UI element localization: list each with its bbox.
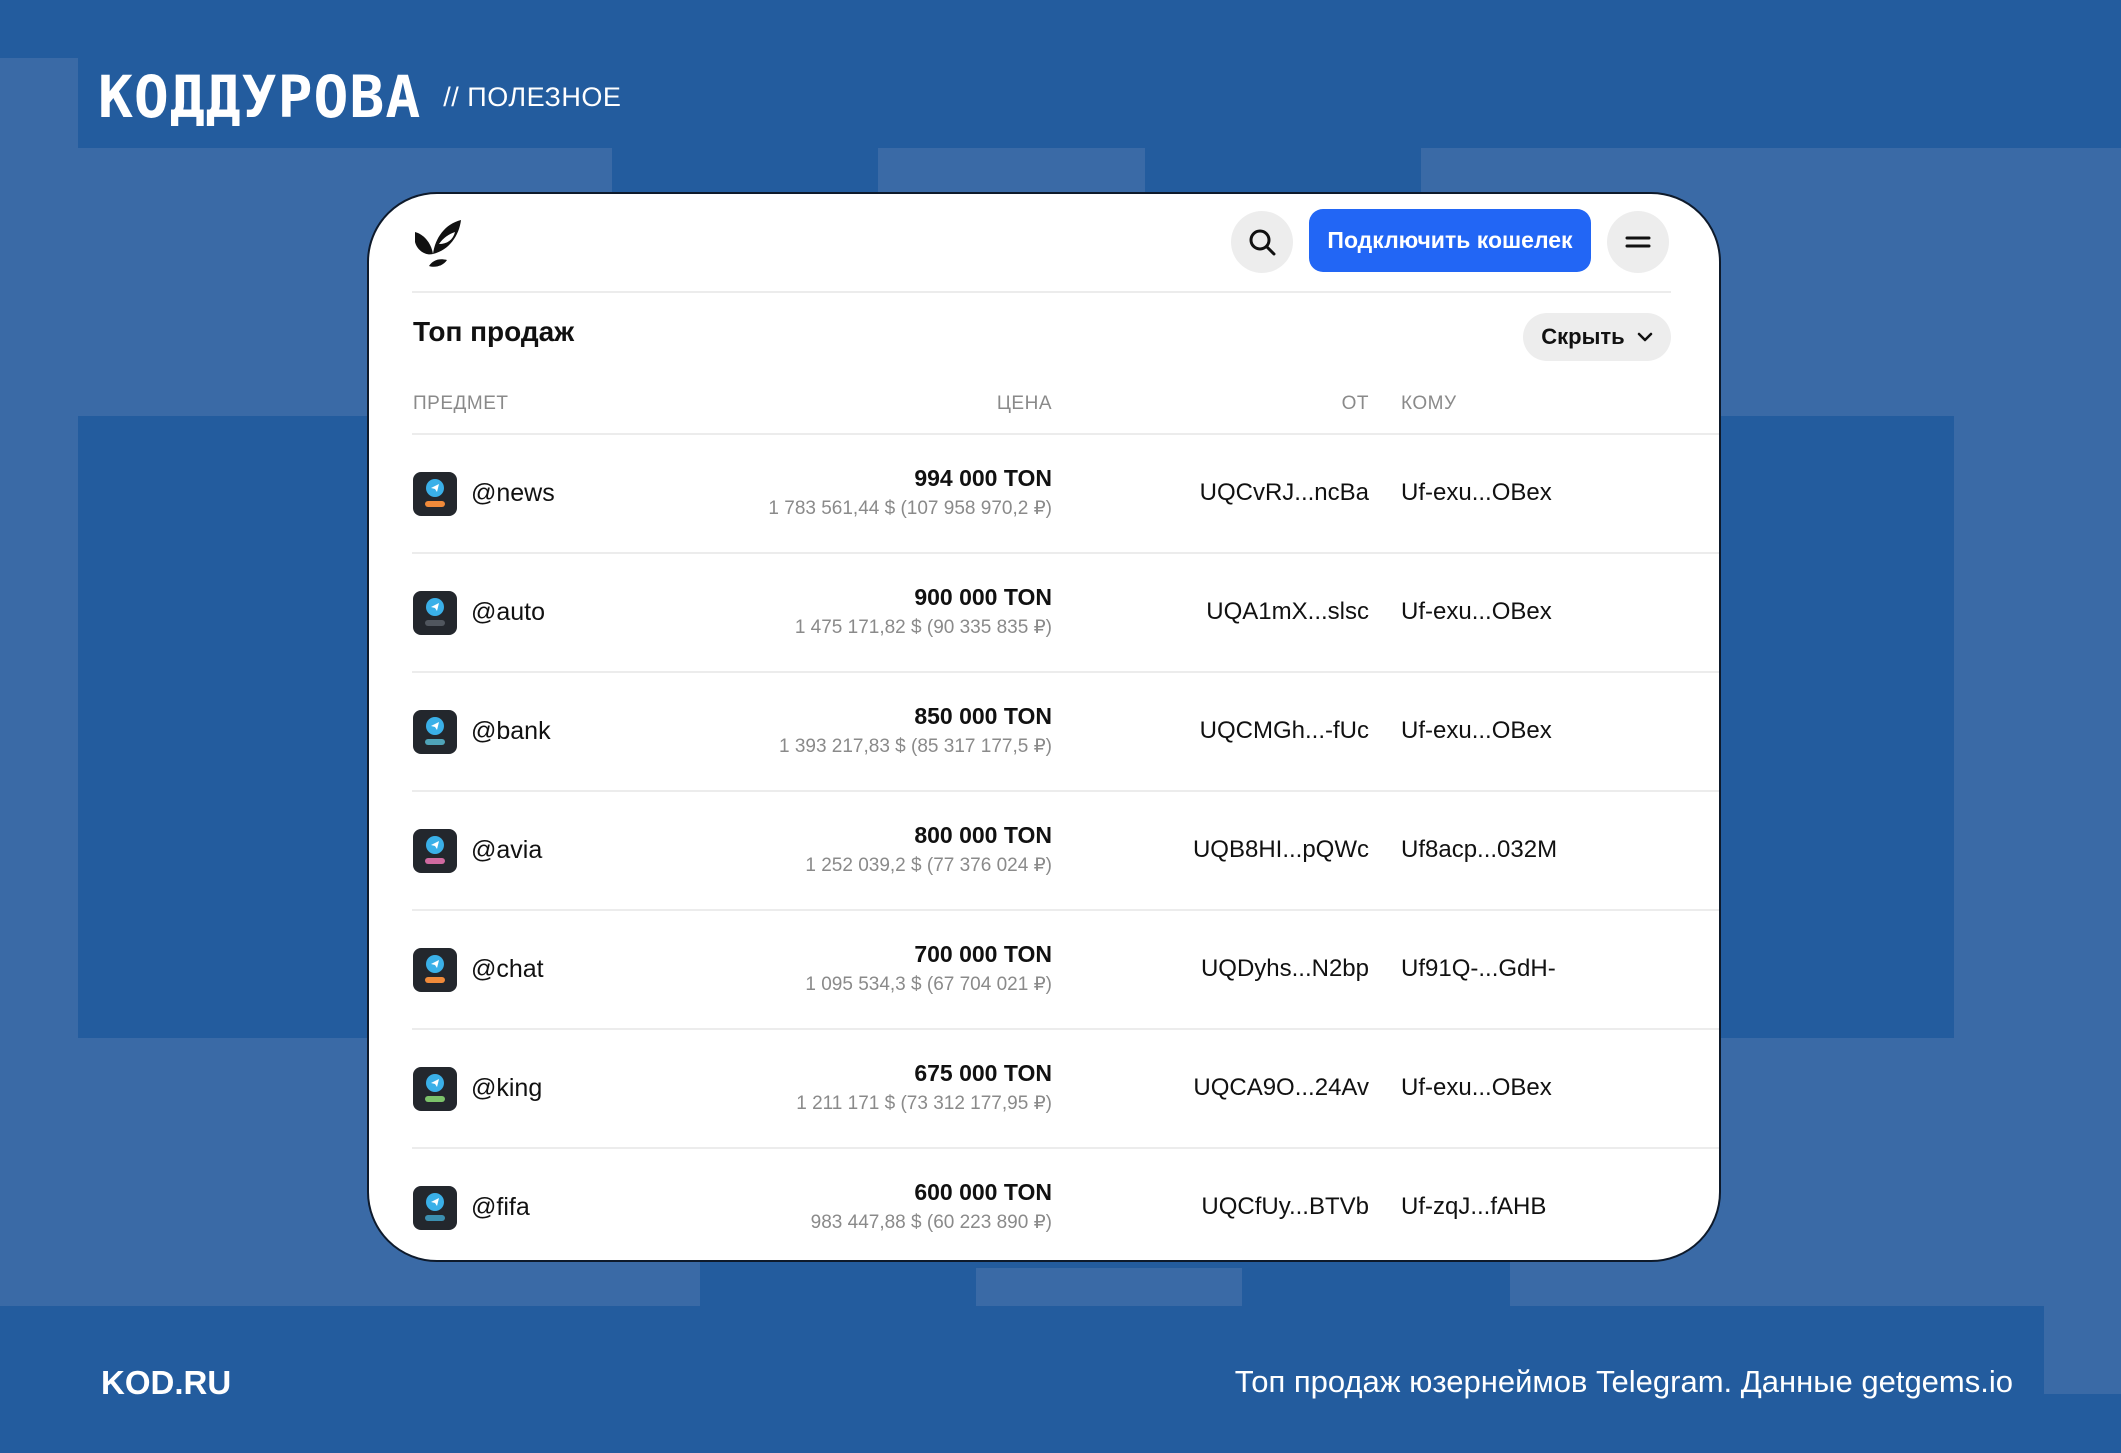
price-fiat: 1 393 217,83 $ (85 317 177,5 ₽)	[778, 736, 1052, 757]
to-address[interactable]: Uf-exu...OBex	[1401, 479, 1552, 507]
price-ton: 994 000 TON	[914, 465, 1052, 491]
telegram-icon	[426, 717, 444, 735]
username-badge	[425, 501, 445, 507]
username-badge	[425, 620, 445, 626]
table-row[interactable]: @auto 900 000 TON 1 475 171,82 $ (90 335 8…	[369, 554, 1719, 673]
price-ton: 675 000 TON	[914, 1060, 1052, 1086]
username-nft-icon	[413, 948, 457, 992]
item-name[interactable]: @king	[471, 1074, 542, 1103]
bg-block	[1954, 416, 2121, 1038]
hide-button[interactable]: Скрыть	[1523, 313, 1671, 361]
username-badge	[425, 858, 445, 864]
price-fiat: 1 095 534,3 $ (67 704 021 ₽)	[805, 974, 1052, 995]
username-badge	[425, 739, 445, 745]
getgems-window: Подключить кошелек Топ продаж Скрыть ПРЕ…	[367, 192, 1721, 1262]
telegram-icon	[426, 598, 444, 616]
to-address[interactable]: Uf-exu...OBex	[1401, 717, 1552, 745]
table-row[interactable]: @chat 700 000 TON 1 095 534,3 $ (67 704 02…	[369, 911, 1719, 1030]
brand-section: // ПОЛЕЗНОЕ	[443, 81, 622, 112]
item-name[interactable]: @bank	[471, 717, 551, 746]
getgems-logo-icon[interactable]	[409, 214, 465, 270]
table-row[interactable]: @avia 800 000 TON 1 252 039,2 $ (77 376 02…	[369, 792, 1719, 911]
connect-wallet-button[interactable]: Подключить кошелек	[1309, 209, 1591, 272]
footer-site: KOD.RU	[101, 1364, 232, 1401]
price-ton: 600 000 TON	[914, 1179, 1052, 1205]
to-address[interactable]: Uf-exu...OBex	[1401, 1074, 1552, 1102]
price-fiat: 1 252 039,2 $ (77 376 024 ₽)	[805, 855, 1052, 876]
price-ton: 700 000 TON	[914, 941, 1052, 967]
menu-button[interactable]	[1607, 211, 1669, 273]
brand-logo: КОДДУРОВА	[98, 63, 422, 131]
to-address[interactable]: Uf91Q-...GdH-	[1401, 955, 1556, 983]
username-nft-icon	[413, 710, 457, 754]
price-ton: 900 000 TON	[914, 584, 1052, 610]
bg-block	[2044, 1300, 2121, 1394]
from-address[interactable]: UQCA9O...24Av	[1193, 1074, 1369, 1102]
item-name[interactable]: @auto	[471, 598, 545, 627]
column-header-price[interactable]: ЦЕНА	[997, 393, 1052, 415]
column-header-item[interactable]: ПРЕДМЕТ	[413, 393, 508, 415]
table-row[interactable]: @king 675 000 TON 1 211 171 $ (73 312 177,…	[369, 1030, 1719, 1149]
telegram-icon	[426, 479, 444, 497]
username-nft-icon	[413, 1186, 457, 1230]
bg-block	[976, 1268, 1242, 1306]
table-row[interactable]: @fifa 600 000 TON 983 447,88 $ (60 223 890…	[369, 1149, 1719, 1260]
divider	[412, 291, 1671, 293]
price-fiat: 1 783 561,44 $ (107 958 970,2 ₽)	[768, 498, 1052, 519]
username-nft-icon	[413, 1067, 457, 1111]
price-fiat: 983 447,88 $ (60 223 890 ₽)	[810, 1212, 1052, 1233]
from-address[interactable]: UQA1mX...slsc	[1206, 598, 1369, 626]
table-row[interactable]: @bank 850 000 TON 1 393 217,83 $ (85 317 1…	[369, 673, 1719, 792]
search-icon	[1249, 229, 1276, 256]
item-name[interactable]: @avia	[471, 836, 542, 865]
footer-caption: Топ продаж юзернеймов Telegram. Данные g…	[1234, 1364, 2013, 1399]
price-ton: 850 000 TON	[914, 703, 1052, 729]
hide-button-label: Скрыть	[1541, 324, 1625, 349]
item-name[interactable]: @news	[471, 479, 555, 508]
table-row[interactable]: @news 994 000 TON 1 783 561,44 $ (107 958 …	[369, 435, 1719, 554]
telegram-icon	[426, 1074, 444, 1092]
from-address[interactable]: UQCvRJ...ncBa	[1200, 479, 1369, 507]
to-address[interactable]: Uf-exu...OBex	[1401, 598, 1552, 626]
telegram-icon	[426, 1193, 444, 1211]
price-ton: 800 000 TON	[914, 822, 1052, 848]
from-address[interactable]: UQCfUy...BTVb	[1201, 1193, 1369, 1221]
telegram-icon	[426, 836, 444, 854]
to-address[interactable]: Uf-zqJ...fAHB	[1401, 1193, 1546, 1221]
username-badge	[425, 1096, 445, 1102]
from-address[interactable]: UQB8HI...pQWc	[1193, 836, 1369, 864]
column-header-to[interactable]: КОМУ	[1401, 393, 1457, 415]
to-address[interactable]: Uf8acp...032M	[1401, 836, 1557, 864]
telegram-icon	[426, 955, 444, 973]
price-fiat: 1 475 171,82 $ (90 335 835 ₽)	[794, 617, 1052, 638]
item-name[interactable]: @fifa	[471, 1193, 530, 1222]
column-header-from[interactable]: ОТ	[1342, 393, 1369, 415]
from-address[interactable]: UQCMGh...-fUc	[1200, 717, 1369, 745]
brand-header: КОДДУРОВА // ПОЛЕЗНОЕ	[98, 68, 621, 126]
from-address[interactable]: UQDyhs...N2bp	[1201, 955, 1369, 983]
menu-icon	[1625, 236, 1651, 248]
username-badge	[425, 1215, 445, 1221]
section-title: Топ продаж	[413, 316, 575, 347]
username-badge	[425, 977, 445, 983]
item-name[interactable]: @chat	[471, 955, 544, 984]
username-nft-icon	[413, 829, 457, 873]
price-fiat: 1 211 171 $ (73 312 177,95 ₽)	[796, 1093, 1052, 1114]
top-bar: Подключить кошелек	[369, 194, 1719, 292]
search-button[interactable]	[1231, 211, 1293, 273]
chevron-down-icon	[1637, 332, 1652, 342]
username-nft-icon	[413, 472, 457, 516]
username-nft-icon	[413, 591, 457, 635]
